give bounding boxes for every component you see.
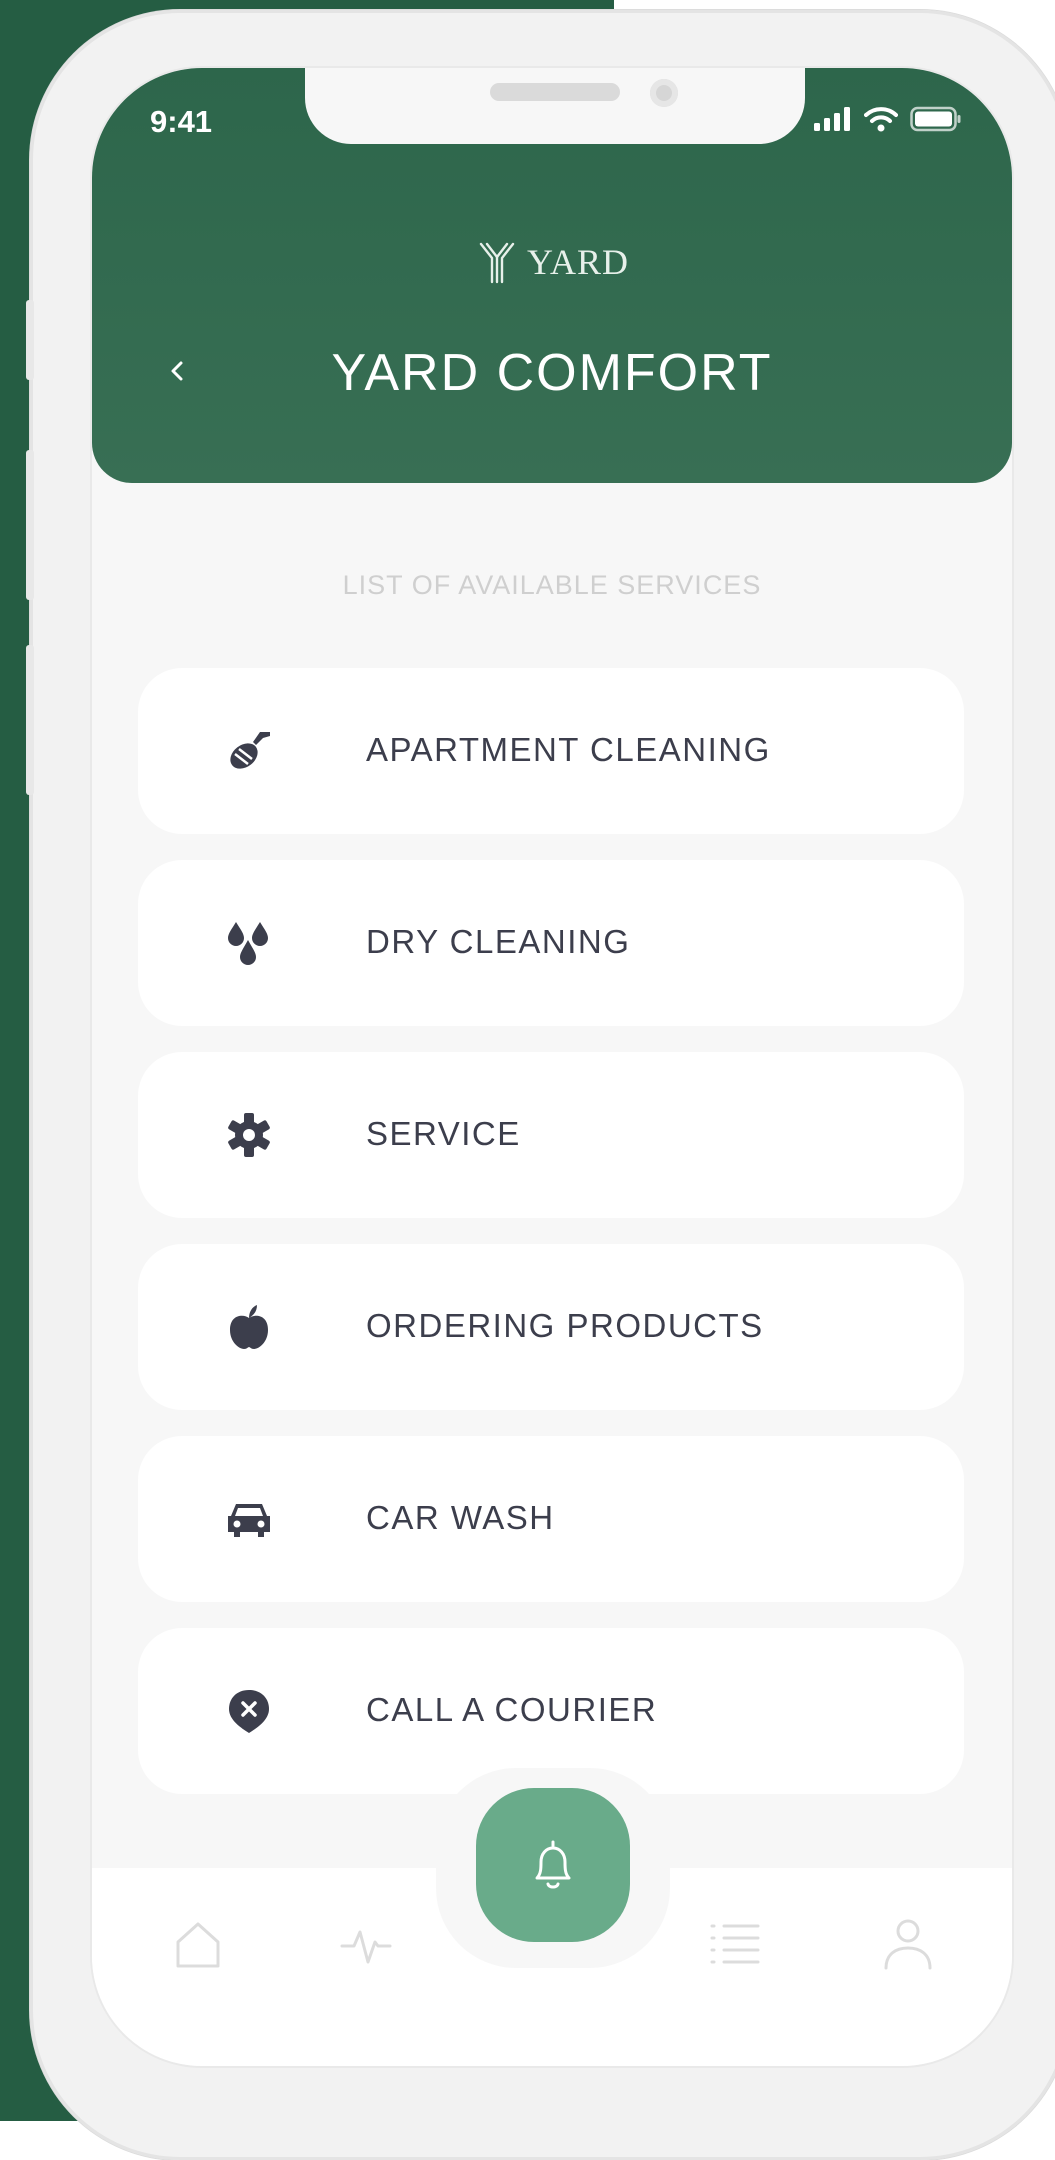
status-time: 9:41 — [150, 104, 213, 139]
notch — [305, 68, 805, 144]
status-icons — [814, 106, 962, 132]
service-label: APARTMENT CLEANING — [366, 731, 771, 768]
bell-icon — [535, 1840, 571, 1889]
profile-icon[interactable] — [882, 1918, 934, 1970]
volume-down-button — [26, 645, 34, 795]
home-icon[interactable] — [172, 1918, 224, 1970]
notifications-button[interactable] — [476, 1788, 630, 1942]
service-dry-cleaning[interactable]: DRY CLEANING — [138, 860, 964, 1026]
service-label: DRY CLEANING — [366, 923, 631, 960]
service-ordering-products[interactable]: ORDERING PRODUCTS — [138, 1244, 964, 1410]
front-camera — [650, 79, 678, 107]
battery-icon — [910, 106, 961, 132]
brand-logo: YARD — [92, 240, 1012, 284]
signal-icon — [814, 107, 850, 131]
volume-up-button — [26, 450, 34, 600]
service-apartment-cleaning[interactable]: APARTMENT CLEANING — [138, 668, 964, 834]
header: 9:41 YARD YARD COMFORT — [92, 68, 1012, 483]
app-screen: 9:41 YARD YARD COMFORT LIST OF AVAILABLE… — [92, 68, 1012, 2066]
service-label: SERVICE — [366, 1115, 521, 1152]
mute-switch — [26, 300, 34, 380]
gear-icon — [228, 1113, 270, 1157]
broom-icon — [230, 732, 270, 769]
service-label: CALL A COURIER — [366, 1691, 658, 1728]
service-car-wash[interactable]: CAR WASH — [138, 1436, 964, 1602]
apple-icon — [230, 1305, 268, 1349]
section-title: LIST OF AVAILABLE SERVICES — [342, 570, 762, 600]
brand-name: YARD — [526, 242, 629, 282]
brand-mark-icon — [479, 242, 515, 284]
page-title: YARD COMFORT — [331, 344, 773, 402]
service-label: ORDERING PRODUCTS — [366, 1307, 764, 1344]
car-icon — [228, 1504, 270, 1537]
list-icon[interactable] — [710, 1918, 762, 1970]
service-service[interactable]: SERVICE — [138, 1052, 964, 1218]
service-label: CAR WASH — [366, 1499, 555, 1536]
wifi-icon — [864, 107, 898, 132]
location-pin-icon — [229, 1690, 269, 1733]
activity-icon[interactable] — [340, 1918, 392, 1970]
speaker — [490, 83, 620, 101]
droplets-icon — [228, 922, 268, 965]
